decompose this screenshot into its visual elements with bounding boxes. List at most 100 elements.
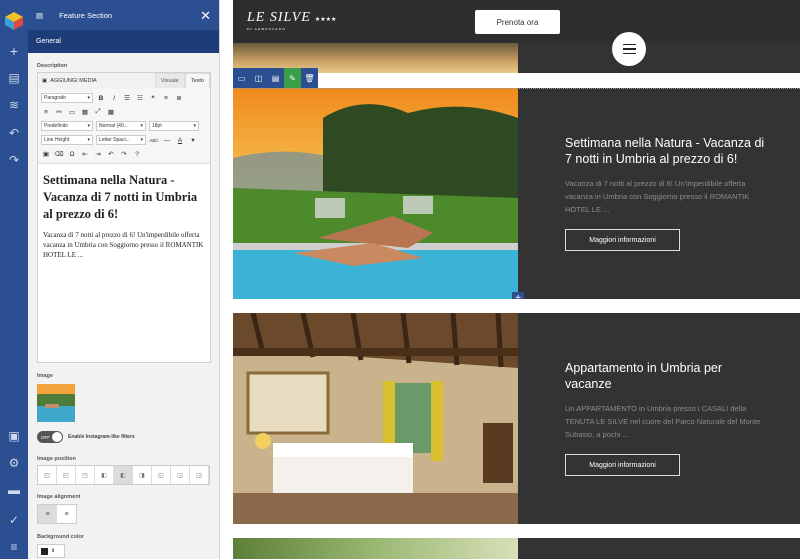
more-info-button-1[interactable]: Maggiori informazioni <box>565 229 680 251</box>
builder-logo-icon[interactable] <box>4 11 24 31</box>
table-icon[interactable]: ▦ <box>80 107 90 117</box>
uppercase-icon[interactable]: ABC <box>149 135 159 145</box>
position-bottom-right-icon[interactable]: ◲ <box>190 466 209 484</box>
clear-format-icon[interactable]: ⌫ <box>54 149 64 159</box>
bold-icon[interactable]: B <box>96 93 106 103</box>
indent-icon[interactable]: ⇥ <box>93 149 103 159</box>
position-bottom-left-icon[interactable]: ◱ <box>152 466 171 484</box>
feature-text-2: Appartamento in Umbria per vacanze Un AP… <box>518 313 800 524</box>
toolbar-toggle-icon[interactable]: ▩ <box>106 107 116 117</box>
position-top-right-icon[interactable]: ◳ <box>76 466 95 484</box>
close-icon[interactable]: ✕ <box>200 9 211 22</box>
font-size-select[interactable]: 18pt ▾ <box>149 121 199 131</box>
italic-icon[interactable]: I <box>109 93 119 103</box>
editor-toolbar: Paragrafo ▾ B I ☰ ☷ ❝ ≡ ≣ ≡ ⚯ ▭ ▦ ⤢ ▩ Pr… <box>38 89 210 164</box>
position-right-icon[interactable]: ◨ <box>133 466 152 484</box>
blockquote-icon[interactable]: ❝ <box>148 93 158 103</box>
editor-heading[interactable]: Settimana nella Natura - Vacanza di 7 no… <box>43 172 205 223</box>
redo-text-icon[interactable]: ↷ <box>119 149 129 159</box>
hamburger-menu-icon[interactable] <box>612 32 646 66</box>
settings-gear-icon[interactable]: ⚙ <box>0 453 28 473</box>
align-center-icon[interactable]: ≣ <box>174 93 184 103</box>
tab-visual[interactable]: Visuale <box>154 73 185 88</box>
section-divider-2 <box>233 299 800 313</box>
section-columns-icon[interactable]: ◫ <box>250 68 267 88</box>
add-media-button[interactable]: AGGIUNGI MEDIA <box>50 78 96 84</box>
image-label: Image <box>37 373 53 379</box>
feature-section-2[interactable]: Appartamento in Umbria per vacanze Un AP… <box>233 313 800 524</box>
add-icon[interactable]: + <box>0 41 28 61</box>
image-alignment-options: ≡ ≡ <box>37 504 77 524</box>
background-color-picker[interactable]: ⇕ <box>37 544 65 558</box>
redo-icon[interactable]: ↷ <box>0 150 28 170</box>
more-info-button-2[interactable]: Maggiori informazioni <box>565 454 680 476</box>
strikethrough-icon[interactable]: — <box>162 135 172 145</box>
text-color-icon[interactable]: A <box>175 135 185 145</box>
readmore-icon[interactable]: ▭ <box>67 107 77 117</box>
save-icon[interactable]: ▬ <box>0 480 28 500</box>
feature-title-2[interactable]: Appartamento in Umbria per vacanze <box>565 360 765 392</box>
editor-top: ▣ AGGIUNGI MEDIA Visuale Testo <box>38 73 210 89</box>
feature-image-1[interactable] <box>233 88 518 299</box>
color-dropdown-icon[interactable]: ▾ <box>188 135 198 145</box>
feature-desc-2[interactable]: Un APPARTAMENTO in Umbria presso i CASAL… <box>565 402 765 441</box>
format-select[interactable]: Paragrafo ▾ <box>41 93 93 103</box>
responsive-icon[interactable]: ▣ <box>0 426 28 446</box>
image-alignment-label: Image alignment <box>37 494 81 500</box>
special-char-icon[interactable]: Ω <box>67 149 77 159</box>
editor-rail: + ▤ ≋ ↶ ↷ ▣ ⚙ ▬ ✓ ≡ <box>0 0 28 559</box>
position-left-top-icon[interactable]: ◧ <box>95 466 114 484</box>
tab-text[interactable]: Testo <box>184 73 210 88</box>
image-position-label: Image position <box>37 456 76 462</box>
position-left-icon[interactable]: ◧ <box>114 466 133 484</box>
book-now-button[interactable]: Prenota ora <box>475 10 560 34</box>
feature-section-1[interactable]: Settimana nella Natura - Vacanza di 7 no… <box>233 88 800 299</box>
bullet-list-icon[interactable]: ☰ <box>122 93 132 103</box>
line-height-select[interactable]: Line Height ▾ <box>41 135 93 145</box>
editor-paragraph[interactable]: Vacanza di 7 notti al prezzo di 6! Un'im… <box>43 230 205 260</box>
menu-icon[interactable]: ≡ <box>0 537 28 557</box>
feature-desc-1[interactable]: Vacanza di 7 notti al prezzo di 6! Un'im… <box>565 177 765 216</box>
undo-icon[interactable]: ↶ <box>0 123 28 143</box>
font-weight-select[interactable]: Normal (40... ▾ <box>96 121 146 131</box>
help-icon[interactable]: ? <box>132 149 142 159</box>
editor-content[interactable]: Settimana nella Natura - Vacanza di 7 no… <box>38 164 210 268</box>
image-thumbnail[interactable] <box>37 384 75 422</box>
site-logo[interactable]: LE SILVE ★★★★ DI ARMENZANO <box>247 8 336 31</box>
position-top-icon[interactable]: ◰ <box>57 466 76 484</box>
numbered-list-icon[interactable]: ☷ <box>135 93 145 103</box>
link-icon[interactable]: ⚯ <box>54 107 64 117</box>
edit-pencil-icon[interactable]: ✎ <box>284 68 301 88</box>
tab-general[interactable]: General <box>28 30 219 53</box>
position-bottom-icon[interactable]: ◲ <box>171 466 190 484</box>
page-icon[interactable]: ▤ <box>0 68 28 88</box>
align-image-left-icon[interactable]: ≡ <box>38 505 57 523</box>
image-position-options: ◰ ◰ ◳ ◧ ◧ ◨ ◱ ◲ ◲ <box>37 465 210 485</box>
align-left-icon[interactable]: ≡ <box>161 93 171 103</box>
outdent-icon[interactable]: ⇤ <box>80 149 90 159</box>
layers-icon[interactable]: ≋ <box>0 95 28 115</box>
feature-title-1[interactable]: Settimana nella Natura - Vacanza di 7 no… <box>565 135 765 167</box>
align-right-icon[interactable]: ≡ <box>41 107 51 117</box>
feature-image-2[interactable] <box>233 313 518 524</box>
section-layout-icon[interactable]: ▭ <box>233 68 250 88</box>
undo-text-icon[interactable]: ↶ <box>106 149 116 159</box>
next-section-image <box>233 538 518 559</box>
letter-spacing-select[interactable]: Letter Spaci... ▾ <box>96 135 146 145</box>
section-settings-icon[interactable]: ▤ <box>267 68 284 88</box>
section-icon: ▤ <box>36 10 44 20</box>
section-divider-3 <box>233 524 800 538</box>
check-icon[interactable]: ✓ <box>0 510 28 530</box>
site-header: LE SILVE ★★★★ DI ARMENZANO Prenota ora <box>233 0 800 43</box>
app-root: + ▤ ≋ ↶ ↷ ▣ ⚙ ▬ ✓ ≡ ▤ Feature Section ✕ … <box>0 0 800 559</box>
font-family-select[interactable]: Predefinito ▾ <box>41 121 93 131</box>
media-icon: ▣ <box>42 78 48 84</box>
align-image-right-icon[interactable]: ≡ <box>57 505 76 523</box>
fullscreen-icon[interactable]: ⤢ <box>93 107 103 117</box>
instagram-filter-toggle[interactable]: OFF <box>37 431 63 443</box>
selection-outline <box>233 88 800 89</box>
rich-text-editor[interactable]: ▣ AGGIUNGI MEDIA Visuale Testo Paragrafo… <box>37 72 211 363</box>
position-top-left-icon[interactable]: ◰ <box>38 466 57 484</box>
paste-text-icon[interactable]: ▣ <box>41 149 51 159</box>
delete-trash-icon[interactable]: 🗑 <box>301 68 318 88</box>
